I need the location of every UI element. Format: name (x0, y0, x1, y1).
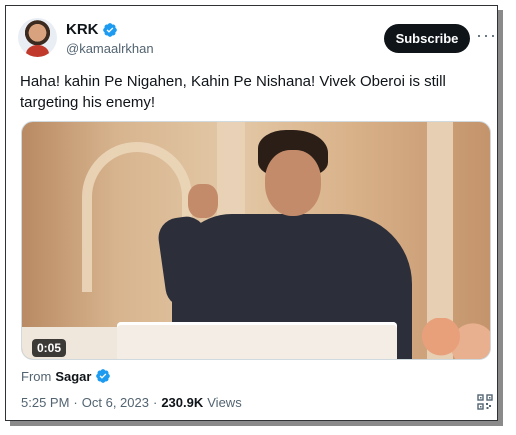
more-options-icon[interactable]: ··· (476, 26, 497, 44)
verified-badge-icon (96, 369, 111, 383)
views-label: Views (207, 395, 242, 410)
avatar[interactable] (18, 18, 57, 57)
video-source-row: From Sagar (21, 368, 111, 384)
meta-separator: · (73, 395, 78, 410)
video-source-prefix: From (21, 368, 52, 384)
video-source-name[interactable]: Sagar (55, 369, 91, 384)
author-display-name[interactable]: KRK (66, 21, 99, 38)
verified-badge-icon (102, 22, 117, 37)
qr-code-icon[interactable] (477, 394, 493, 410)
subscribe-button[interactable]: Subscribe (384, 24, 470, 53)
video-player[interactable]: 0:05 (21, 121, 491, 360)
tweet-time[interactable]: 5:25 PM (21, 395, 69, 410)
tweet-card: KRK @kamaalrkhan Subscribe ··· Haha! kah… (5, 5, 498, 421)
author-name-row[interactable]: KRK (66, 21, 118, 38)
tweet-meta-row: 5:25 PM · Oct 6, 2023 · 230.9K Views (21, 395, 242, 410)
tweet-date[interactable]: Oct 6, 2023 (82, 395, 149, 410)
flower-decoration (417, 318, 490, 359)
views-count: 230.9K (161, 395, 204, 410)
meta-separator: · (152, 395, 158, 410)
speaker-hand (188, 184, 218, 218)
tweet-text: Haha! kahin Pe Nigahen, Kahin Pe Nishana… (20, 73, 446, 111)
video-duration-badge: 0:05 (32, 339, 67, 357)
speaker-face (265, 150, 321, 216)
author-handle[interactable]: @kamaalrkhan (66, 41, 154, 56)
podium (117, 322, 397, 359)
